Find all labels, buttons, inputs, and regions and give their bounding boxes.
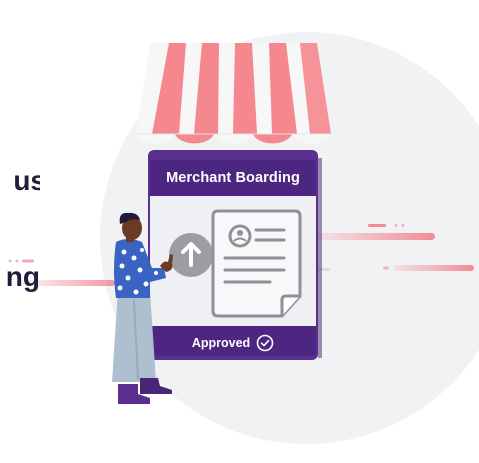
status-label: Approved: [191, 336, 251, 350]
approval-status: Approved: [150, 330, 316, 356]
profile-document-icon: [211, 209, 302, 318]
upload-arrow-icon: [169, 233, 213, 277]
heading-line-1: us: [13, 165, 40, 196]
page-heading-fragment: us ng: [0, 101, 40, 357]
check-circle-icon: [256, 334, 274, 352]
awning: [136, 43, 331, 144]
merchant-boarding-illustration: us ng Merchant Boarding Approved: [0, 0, 479, 463]
card-title: Merchant Boarding: [166, 170, 300, 186]
illustration-canvas: [8, 32, 479, 444]
heading-line-2: ng: [5, 261, 40, 292]
